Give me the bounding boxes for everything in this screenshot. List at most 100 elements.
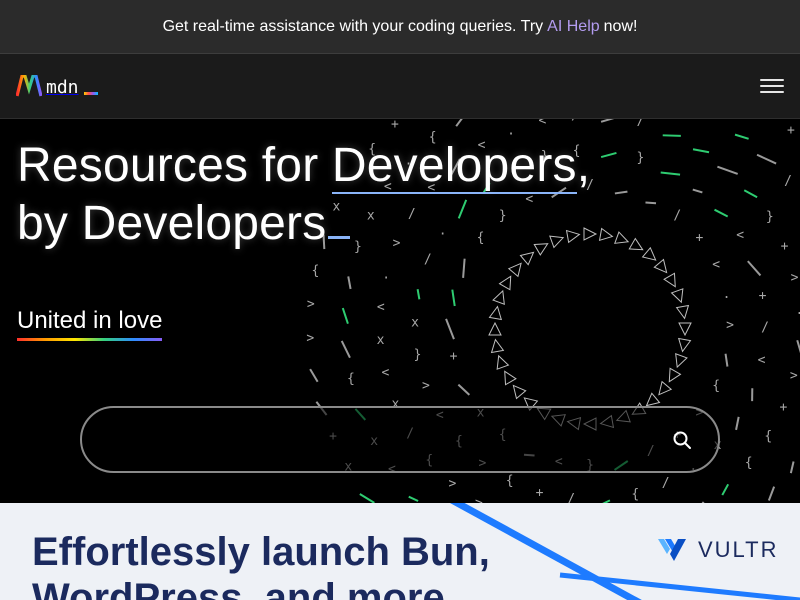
title-suffix: ,: [576, 139, 591, 192]
hero-art-glyph: >: [306, 331, 314, 346]
promo-banner-text: Get real-time assistance with your codin…: [162, 17, 544, 35]
hero-art-glyph: /: [637, 119, 645, 129]
hero-art-shape: [678, 322, 692, 337]
hero-art-glyph: >: [726, 318, 734, 333]
hero-art-glyph: <: [712, 257, 720, 272]
menu-button[interactable]: [760, 74, 784, 98]
ai-help-link[interactable]: AI Help: [547, 18, 599, 36]
hero-art-shape: [670, 288, 684, 304]
hero-art-shape: [512, 384, 527, 400]
hero-art-glyph: <: [736, 228, 744, 243]
hero-art-glyph: }: [766, 210, 774, 225]
hero-art-glyph: >: [791, 270, 799, 285]
hero-art-shape: [488, 305, 503, 321]
hero-art-glyph: /: [571, 119, 579, 124]
hero-art-glyph: +: [781, 239, 789, 254]
hero-art-dash: [408, 495, 419, 502]
hero-art-glyph: /: [673, 209, 681, 224]
hero-art-glyph: /: [567, 492, 575, 503]
vultr-logo: VULTR: [658, 537, 779, 563]
hero-art-glyph: {: [311, 264, 319, 279]
hero-art-glyph: >: [422, 379, 430, 394]
hero-art-shape: [488, 321, 502, 336]
hero-art-glyph: .: [796, 303, 800, 318]
hero-art-dash: [660, 171, 681, 176]
hero-art-dash: [735, 416, 740, 431]
hero-art-shape: [490, 338, 505, 354]
hero-art-glyph: /: [784, 174, 792, 189]
hero-art-glyph: >: [475, 496, 483, 503]
hero-art-glyph: .: [382, 267, 390, 282]
title-line-2: by Developers: [17, 197, 327, 250]
hero-art-dash: [743, 189, 758, 199]
hero-art-dash: [614, 190, 628, 195]
hero-art-glyph: +: [450, 349, 458, 364]
hero-art-dash: [692, 148, 710, 154]
hero-art-glyph: >: [790, 369, 798, 384]
vultr-logo-icon: [658, 539, 686, 561]
hero-section: >{>+/}<{x+{}<//+<.<x./{/+{>{<>}x/..}{}<+…: [0, 119, 800, 503]
hero-art-glyph: +: [759, 288, 767, 303]
hero-art-glyph: +: [696, 231, 704, 246]
search-icon[interactable]: [672, 430, 692, 450]
hero-art-glyph: {: [764, 429, 772, 444]
hero-art-glyph: .: [723, 287, 731, 302]
hero-art-dash: [714, 208, 729, 218]
hero-art-glyph: <: [758, 353, 766, 368]
hero-art-dash: [734, 133, 749, 140]
hero-art-dash: [645, 201, 657, 205]
hero-art-dash: [662, 134, 681, 137]
hero-art-dash: [416, 288, 421, 300]
hero-art-shape: [504, 370, 517, 386]
hero-art-glyph: x: [710, 119, 718, 122]
typing-cursor: [328, 236, 351, 239]
hero-art-dash: [347, 276, 352, 290]
hero-art-dash: [767, 486, 776, 501]
hero-art-dash: [721, 483, 730, 496]
top-navigation: mdn: [0, 54, 800, 119]
hero-art-shape: [675, 353, 688, 369]
hero-art-shape: [507, 262, 522, 278]
hero-art-dash: [692, 188, 703, 194]
hero-art-shape: [492, 289, 505, 305]
vultr-wordmark: VULTR: [698, 537, 779, 562]
hero-art-shape: [675, 304, 690, 320]
hero-art-glyph: <: [377, 300, 385, 315]
hero-art-shape: [663, 272, 676, 288]
hero-art-shape: [498, 275, 512, 291]
hero-art-glyph: /: [761, 321, 769, 336]
logo-text: mdn: [46, 76, 79, 98]
hero-art-glyph: }: [414, 348, 422, 363]
hero-art-dash: [724, 353, 729, 367]
hero-art-shape: [658, 380, 673, 396]
hero-art-dash: [309, 368, 319, 383]
hero-art-dash: [445, 318, 455, 340]
search-input[interactable]: [106, 426, 666, 454]
hero-art-glyph: +: [391, 119, 399, 132]
title-prefix: Resources for: [17, 139, 332, 192]
hero-art-glyph: {: [506, 473, 514, 488]
hero-art-shape: [614, 231, 630, 244]
promo-banner: Get real-time assistance with your codin…: [0, 0, 800, 54]
hero-art-dash: [717, 165, 739, 175]
hero-art-glyph: x: [377, 333, 385, 348]
hamburger-menu-icon-bar: [760, 91, 784, 93]
hero-art-dash: [462, 258, 466, 278]
hero-art-glyph: <: [539, 119, 547, 128]
hero-art-dash: [756, 153, 777, 165]
search-box[interactable]: [80, 406, 720, 473]
advertisement[interactable]: Effortlessly launch Bun, WordPress, and …: [0, 503, 800, 600]
hero-art-glyph: {: [347, 371, 355, 386]
logo-underscore: [83, 91, 98, 95]
mdn-logo-icon: [16, 75, 42, 97]
promo-banner-suffix: now!: [603, 17, 638, 35]
mdn-logo[interactable]: mdn: [16, 71, 98, 101]
hero-art-glyph: /: [424, 252, 432, 267]
hero-art-dash: [457, 383, 471, 396]
hero-art-shape: [668, 367, 682, 383]
hero-art-shape: [496, 354, 510, 370]
hero-art-glyph: +: [787, 123, 795, 138]
hero-art-dash: [340, 340, 351, 359]
hero-art-shape: [677, 337, 692, 353]
hero-art-glyph: }: [637, 150, 645, 165]
